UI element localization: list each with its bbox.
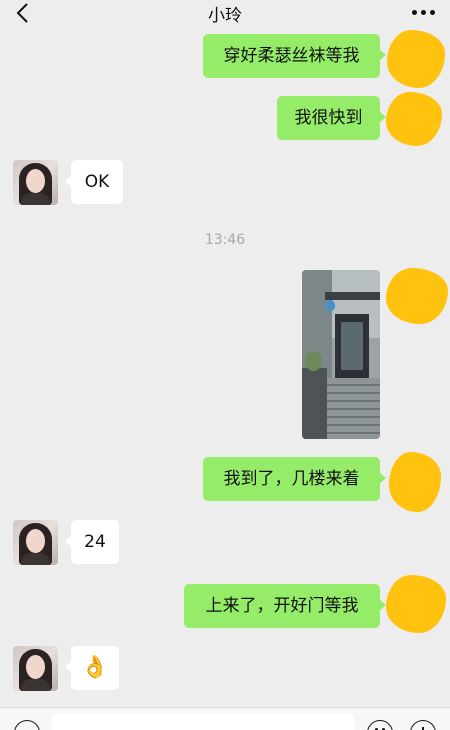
- my-avatar-redacted[interactable]: [389, 452, 441, 512]
- my-avatar-redacted[interactable]: [386, 268, 448, 324]
- contact-emoji-bubble[interactable]: 👌: [65, 646, 119, 690]
- input-bar: [0, 707, 450, 730]
- my-message-bubble[interactable]: 穿好柔瑟丝袜等我: [203, 34, 386, 78]
- chat-title: 小玲: [208, 6, 242, 26]
- message-timestamp: 13:46: [204, 232, 246, 248]
- message-input[interactable]: [52, 714, 354, 730]
- my-avatar-redacted[interactable]: [386, 575, 446, 633]
- my-message-bubble[interactable]: 我到了，几楼来着: [203, 457, 386, 501]
- contact-avatar[interactable]: [13, 646, 58, 691]
- my-message-bubble[interactable]: 我很快到: [277, 96, 386, 140]
- my-message-bubble[interactable]: 上来了，开好门等我: [184, 584, 386, 628]
- my-avatar-redacted[interactable]: [387, 30, 445, 88]
- more-dots-icon[interactable]: [410, 4, 438, 20]
- contact-avatar[interactable]: [13, 520, 58, 565]
- emoji-face-icon[interactable]: [367, 720, 393, 730]
- plus-circle-icon[interactable]: [410, 720, 436, 730]
- my-avatar-redacted[interactable]: [386, 92, 442, 146]
- contact-message-bubble[interactable]: OK: [65, 160, 123, 204]
- chat-header: 小玲: [0, 0, 450, 30]
- voice-icon[interactable]: [14, 720, 40, 730]
- photo-message[interactable]: [302, 270, 380, 439]
- ok-hand-emoji: 👌: [81, 655, 109, 680]
- contact-message-bubble[interactable]: 24: [65, 520, 119, 564]
- contact-avatar[interactable]: [13, 160, 58, 205]
